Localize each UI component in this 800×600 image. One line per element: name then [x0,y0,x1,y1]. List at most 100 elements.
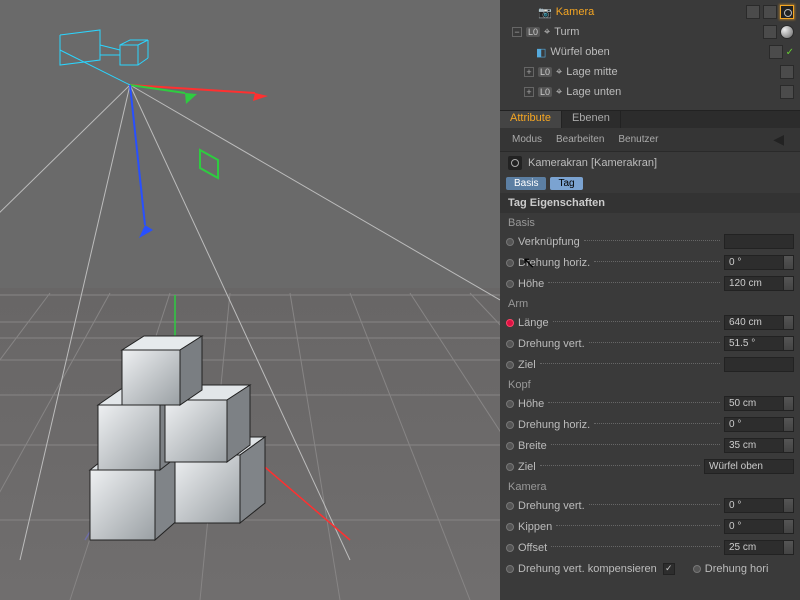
spinner[interactable] [784,417,794,432]
render-tag[interactable] [763,5,777,19]
spinner[interactable] [784,396,794,411]
height-field[interactable]: 120 cm [724,276,784,291]
tab-attributes[interactable]: Attribute [500,111,562,128]
keyframe-bullet[interactable] [506,400,514,408]
spinner[interactable] [784,276,794,291]
viewport-3d[interactable] [0,0,500,600]
tree-label: Turm [554,26,759,38]
visibility-tag[interactable] [780,85,794,99]
head-height-field[interactable]: 50 cm [724,396,784,411]
keyframe-bullet[interactable] [506,280,514,288]
prop-link: Verknüpfung [500,231,800,252]
spinner[interactable] [784,438,794,453]
tree-item-cube-top[interactable]: ◧ Würfel oben ✓ [500,42,800,62]
visibility-tag[interactable] [780,65,794,79]
visibility-tag[interactable] [769,45,783,59]
keyframe-bullet[interactable] [506,259,514,267]
subtab-tag[interactable]: Tag [550,177,582,190]
tree-label: Lage mitte [566,66,776,78]
spinner[interactable] [784,519,794,534]
prop-head-height: Höhe 50 cm [500,393,800,414]
expand-icon[interactable]: + [524,67,534,77]
prop-head-rotation-h: Drehung horiz. 0 ° [500,414,800,435]
prop-rotation-h: Drehung horiz. 0 ° [500,252,800,273]
null-icon: ⌖ [544,26,550,39]
group-arm: Arm [500,294,800,312]
layer-badge: L0 [538,87,552,97]
rotation-h-field[interactable]: 0 ° [724,255,784,270]
prop-offset: Offset 25 cm [500,537,800,558]
keyframe-bullet[interactable] [506,421,514,429]
prop-tilt: Kippen 0 ° [500,516,800,537]
rotation-v-field[interactable]: 51.5 ° [724,336,784,351]
keyframe-bullet[interactable] [506,502,514,510]
visibility-tag[interactable] [746,5,760,19]
keyframe-bullet-active[interactable] [506,319,514,327]
object-tree[interactable]: 📷 Kamera − L0 ⌖ Turm ◧ Würfel oben ✓ [500,0,800,106]
back-arrow-icon[interactable]: ◀ [773,131,788,148]
offset-field[interactable]: 25 cm [724,540,784,555]
keyframe-bullet[interactable] [506,565,514,573]
tilt-field[interactable]: 0 ° [724,519,784,534]
head-rotation-h-field[interactable]: 0 ° [724,417,784,432]
keyframe-bullet[interactable] [506,238,514,246]
tree-item-layer-bottom[interactable]: + L0 ⌖ Lage unten [500,82,800,102]
length-field[interactable]: 640 cm [724,315,784,330]
subtab-basis[interactable]: Basis [506,177,546,190]
tree-label: Kamera [556,6,742,18]
spinner[interactable] [784,498,794,513]
keyframe-bullet[interactable] [506,340,514,348]
null-icon: ⌖ [556,86,562,99]
spinner[interactable] [784,255,794,270]
keyframe-bullet[interactable] [506,442,514,450]
attribute-panel: 📷 Kamera − L0 ⌖ Turm ◧ Würfel oben ✓ [500,0,800,600]
visibility-tag[interactable] [763,25,777,39]
collapse-icon[interactable]: − [512,27,522,37]
expand-icon[interactable]: + [524,87,534,97]
section-tag-properties: Tag Eigenschaften [500,193,800,213]
menu-edit[interactable]: Bearbeiten [556,134,604,145]
keyframe-bullet[interactable] [693,565,701,573]
spinner[interactable] [784,315,794,330]
tree-item-camera[interactable]: 📷 Kamera [500,2,800,22]
tab-layers[interactable]: Ebenen [562,111,621,128]
prop-height: Höhe 120 cm [500,273,800,294]
compensate-v-checkbox[interactable]: ✓ [663,563,675,575]
spinner[interactable] [784,336,794,351]
width-field[interactable]: 35 cm [724,438,784,453]
layer-badge: L0 [538,67,552,77]
menu-mode[interactable]: Modus [512,134,542,145]
camera-icon: 📷 [538,6,552,19]
keyframe-bullet[interactable] [506,361,514,369]
group-basis: Basis [500,213,800,231]
panel-tabs: Attribute Ebenen [500,110,800,128]
prop-compensate-v: Drehung vert. kompensieren ✓ Drehung hor… [500,558,800,579]
prop-rotation-v: Drehung vert. 51.5 ° [500,333,800,354]
material-tag[interactable] [780,25,794,39]
tree-item-tower[interactable]: − L0 ⌖ Turm [500,22,800,42]
layer-badge: L0 [526,27,540,37]
camera-crane-icon [508,156,522,170]
keyframe-bullet[interactable] [506,544,514,552]
prop-cam-rotation-v: Drehung vert. 0 ° [500,495,800,516]
prop-width: Breite 35 cm [500,435,800,456]
enable-check-icon[interactable]: ✓ [786,47,794,58]
link-field[interactable] [724,234,794,249]
viewport-overlay [0,0,500,600]
object-header: Kamerakran [Kamerakran] [500,152,800,174]
keyframe-bullet[interactable] [506,523,514,531]
cube-icon: ◧ [536,46,546,59]
prop-length: Länge 640 cm ↖ [500,312,800,333]
spinner[interactable] [784,540,794,555]
menu-user[interactable]: Benutzer [618,134,658,145]
subtabs: Basis Tag [500,174,800,193]
camera-tag[interactable] [780,5,794,19]
head-target-field[interactable]: Würfel oben [704,459,794,474]
tree-label: Würfel oben [550,46,764,58]
tree-item-layer-mid[interactable]: + L0 ⌖ Lage mitte [500,62,800,82]
target-field[interactable] [724,357,794,372]
cam-rotation-v-field[interactable]: 0 ° [724,498,784,513]
tree-label: Lage unten [566,86,776,98]
keyframe-bullet[interactable] [506,463,514,471]
scene-cubes [90,336,265,540]
